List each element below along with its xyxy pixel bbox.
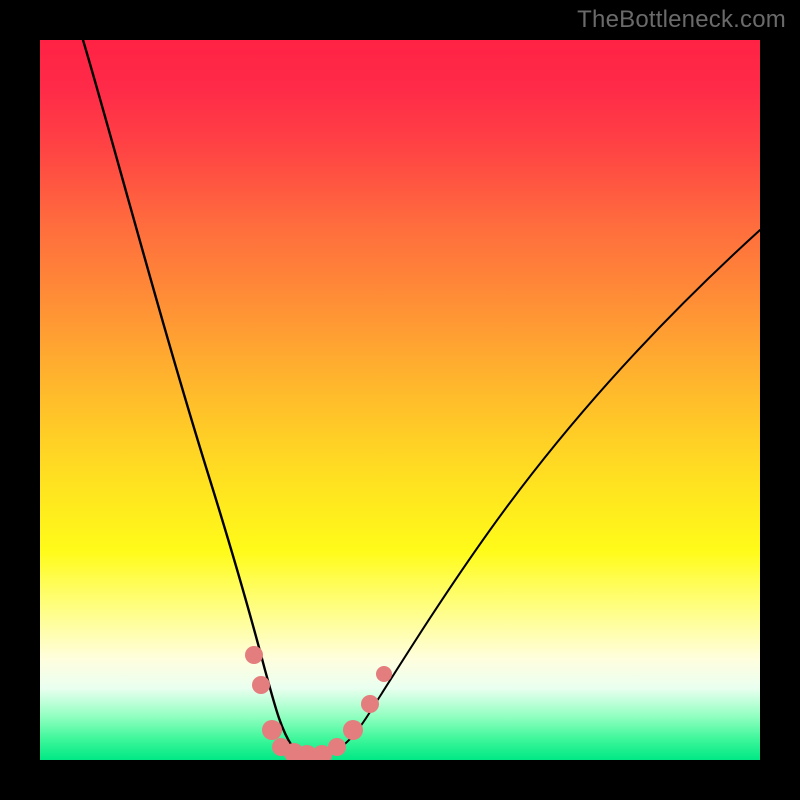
chart-marker (376, 666, 392, 682)
chart-overlay (40, 40, 760, 760)
chart-marker (328, 738, 346, 756)
chart-marker (343, 720, 363, 740)
chart-marker (361, 695, 379, 713)
chart-marker (252, 676, 270, 694)
chart-marker (245, 646, 263, 664)
bottleneck-curve-left (83, 40, 316, 755)
watermark: TheBottleneck.com (577, 6, 786, 34)
chart-marker (262, 720, 282, 740)
